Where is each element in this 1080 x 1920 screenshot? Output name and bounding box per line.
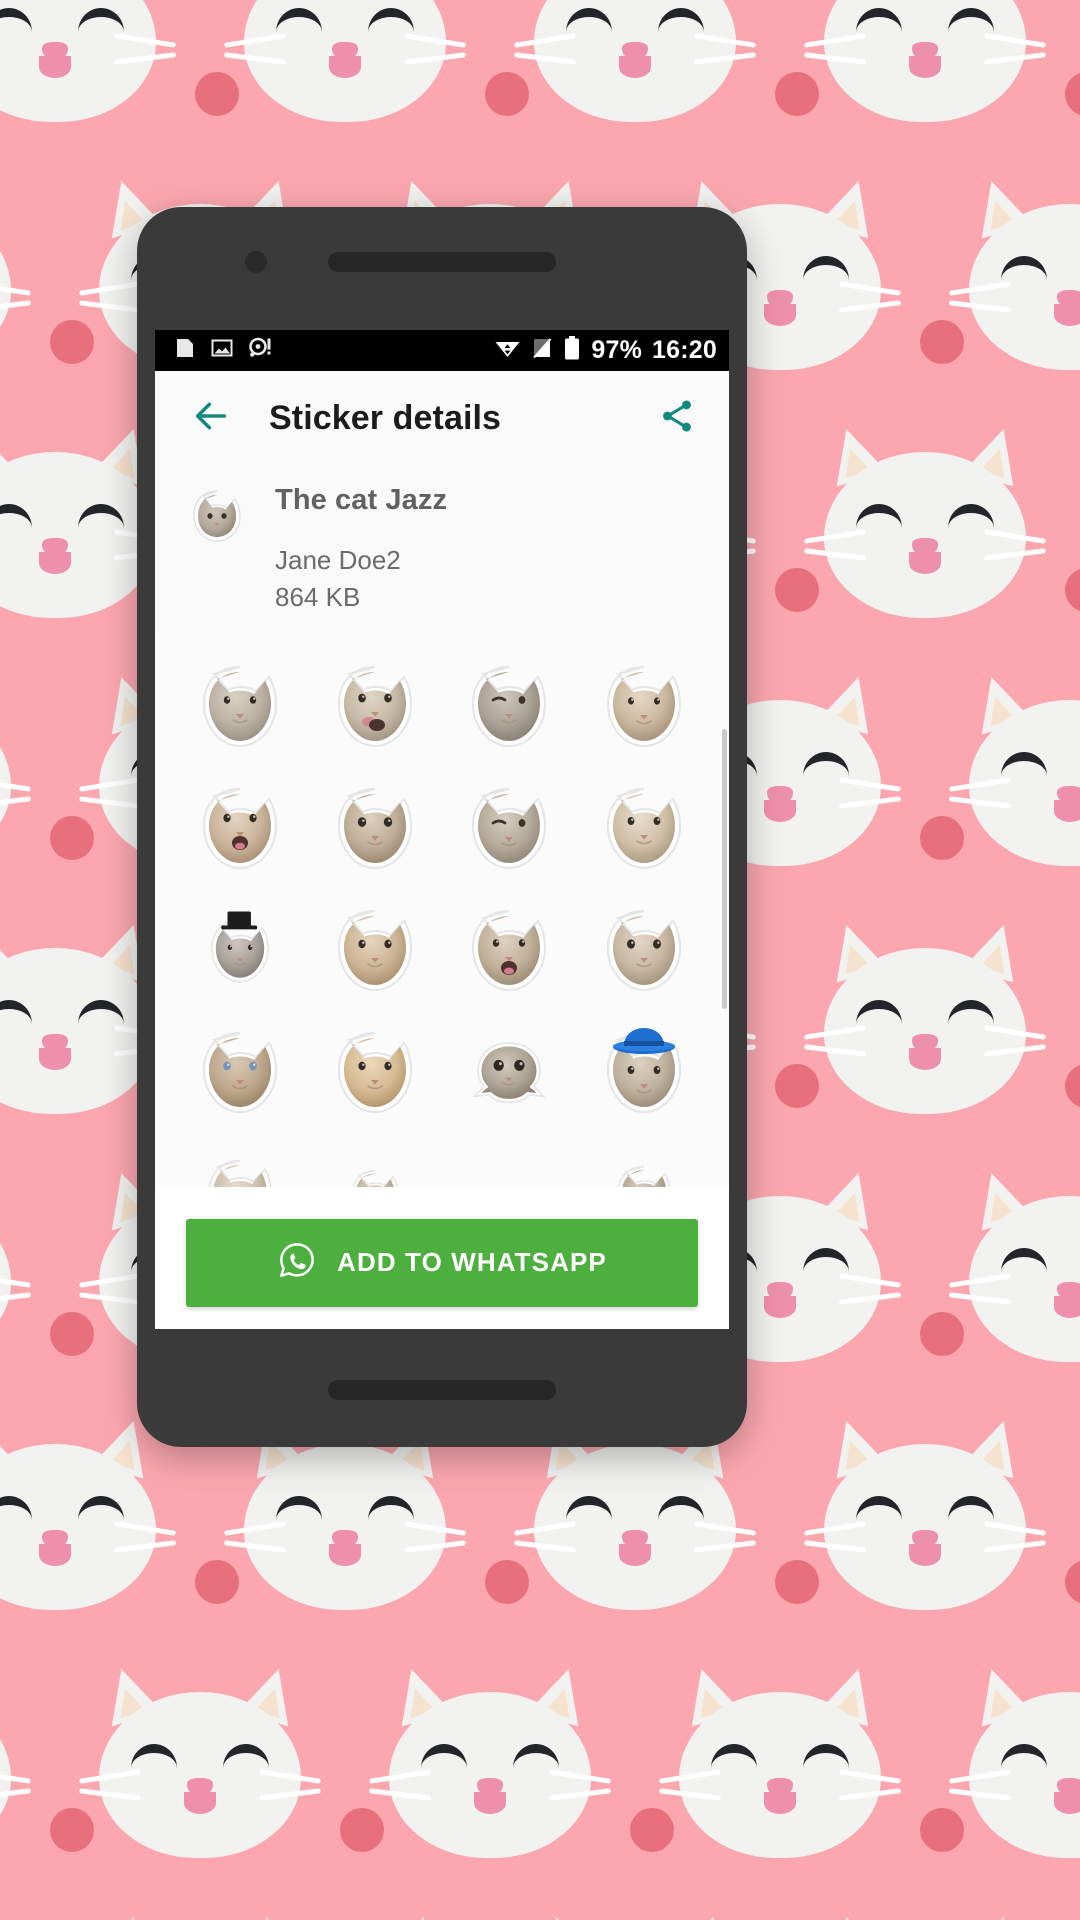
disc-alert-icon: [247, 336, 273, 365]
wallpaper-cat-face-icon: [0, 1413, 177, 1614]
sticker-cat-wink[interactable]: [442, 647, 577, 769]
arrow-left-icon: [191, 396, 231, 441]
sticker-cat-tophat[interactable]: [173, 891, 308, 1013]
sticker-cat-row5-b[interactable]: [308, 1135, 443, 1187]
pack-meta: The cat Jazz Jane Doe2 864 KB: [275, 478, 447, 613]
wallpaper-dot-icon: [1065, 1560, 1080, 1604]
earpiece-speaker-icon: [328, 252, 556, 272]
wallpaper-cat-face-icon: [810, 1909, 1040, 1920]
image-icon: [210, 336, 234, 365]
sticker-cat-bluehat[interactable]: [577, 1013, 712, 1135]
wallpaper-cat-face-icon: [948, 1661, 1080, 1862]
sticker-cat-fluffy[interactable]: [577, 769, 712, 891]
wallpaper-cat-face-icon: [513, 0, 757, 126]
bottom-speaker-icon: [328, 1380, 556, 1400]
add-to-whatsapp-label: ADD TO WHATSAPP: [337, 1247, 607, 1277]
pack-publisher: Jane Doe2: [275, 545, 401, 575]
wallpaper-cat-face-icon: [948, 1165, 1080, 1366]
sticker-pack-tray-icon: [185, 484, 249, 548]
sticker-grid: [155, 637, 729, 1187]
wifi-icon: [494, 336, 521, 365]
sticker-cat-row5-a[interactable]: [173, 1135, 308, 1187]
sticker-cat-splat[interactable]: [442, 1013, 577, 1135]
sticker-cat-row5-d[interactable]: [577, 1135, 712, 1187]
wallpaper-cat-face-icon: [223, 0, 467, 126]
pack-info-section: The cat Jazz Jane Doe2 864 KB: [155, 466, 729, 637]
wallpaper-cat-face-icon: [0, 0, 177, 126]
sticker-cat-grumpy[interactable]: [577, 891, 712, 1013]
status-bar: 97% 16:20: [155, 330, 729, 371]
share-button[interactable]: [651, 393, 703, 445]
file-document-icon: [173, 336, 197, 365]
wallpaper-cat-face-icon: [0, 173, 32, 374]
wallpaper-cat-face-icon: [803, 917, 1047, 1118]
wallpaper-cat-face-icon: [803, 0, 1047, 126]
sticker-cat-licking[interactable]: [308, 647, 443, 769]
wallpaper-cat-face-icon: [0, 1661, 32, 1862]
front-camera-dot-icon: [245, 251, 267, 273]
wallpaper-cat-face-icon: [0, 1909, 170, 1920]
sticker-cat-meowing[interactable]: [442, 891, 577, 1013]
sticker-cat-staring[interactable]: [308, 769, 443, 891]
sticker-cat-yawning[interactable]: [173, 769, 308, 891]
wallpaper-cat-face-icon: [520, 1909, 750, 1920]
phone-device-frame: 97% 16:20 Sticker details The cat Jazz J…: [137, 207, 747, 1447]
wallpaper-cat-face-icon: [803, 1413, 1047, 1614]
sticker-cat-row5-c[interactable]: [442, 1135, 577, 1187]
wallpaper-cat-face-icon: [658, 1661, 902, 1862]
wallpaper-cat-face-icon: [948, 173, 1080, 374]
whatsapp-icon: [277, 1240, 317, 1285]
sticker-cat-curious[interactable]: [308, 891, 443, 1013]
signal-off-icon: [531, 336, 553, 365]
wallpaper-cat-face-icon: [78, 1661, 322, 1862]
sticker-cat-orange[interactable]: [308, 1013, 443, 1135]
wallpaper-cat-face-icon: [803, 421, 1047, 622]
sticker-cat-smug[interactable]: [173, 647, 308, 769]
battery-percent-label: 97%: [591, 336, 643, 364]
sticker-grid-container: [155, 637, 729, 1187]
wallpaper-cat-face-icon: [368, 1661, 612, 1862]
wallpaper-cat-face-icon: [0, 1165, 32, 1366]
add-to-whatsapp-button[interactable]: ADD TO WHATSAPP: [186, 1218, 698, 1307]
status-bar-right-icons: 97% 16:20: [494, 335, 717, 366]
share-icon: [658, 397, 696, 440]
wallpaper-dot-icon: [1065, 568, 1080, 612]
pack-size: 864 KB: [275, 582, 361, 612]
clock-label: 16:20: [652, 336, 717, 364]
status-bar-left-icons: [173, 336, 273, 365]
wallpaper-cat-face-icon: [230, 1909, 460, 1920]
wallpaper-cat-face-icon: [948, 669, 1080, 870]
wallpaper-cat-face-icon: [513, 1413, 757, 1614]
page-title: Sticker details: [269, 399, 502, 437]
grid-scrollbar[interactable]: [722, 729, 727, 1009]
add-button-bar: ADD TO WHATSAPP: [155, 1196, 729, 1329]
sticker-cat-calm[interactable]: [577, 647, 712, 769]
sticker-cat-squint[interactable]: [442, 769, 577, 891]
battery-icon: [563, 335, 581, 366]
back-button[interactable]: [185, 393, 237, 445]
wallpaper-dot-icon: [1065, 72, 1080, 116]
pack-title: The cat Jazz: [275, 484, 448, 516]
app-bar: Sticker details: [155, 371, 729, 466]
wallpaper-cat-face-icon: [0, 669, 32, 870]
phone-screen: 97% 16:20 Sticker details The cat Jazz J…: [155, 330, 729, 1329]
sticker-cat-blue-eyes[interactable]: [173, 1013, 308, 1135]
wallpaper-cat-face-icon: [223, 1413, 467, 1614]
wallpaper-dot-icon: [1065, 1064, 1080, 1108]
